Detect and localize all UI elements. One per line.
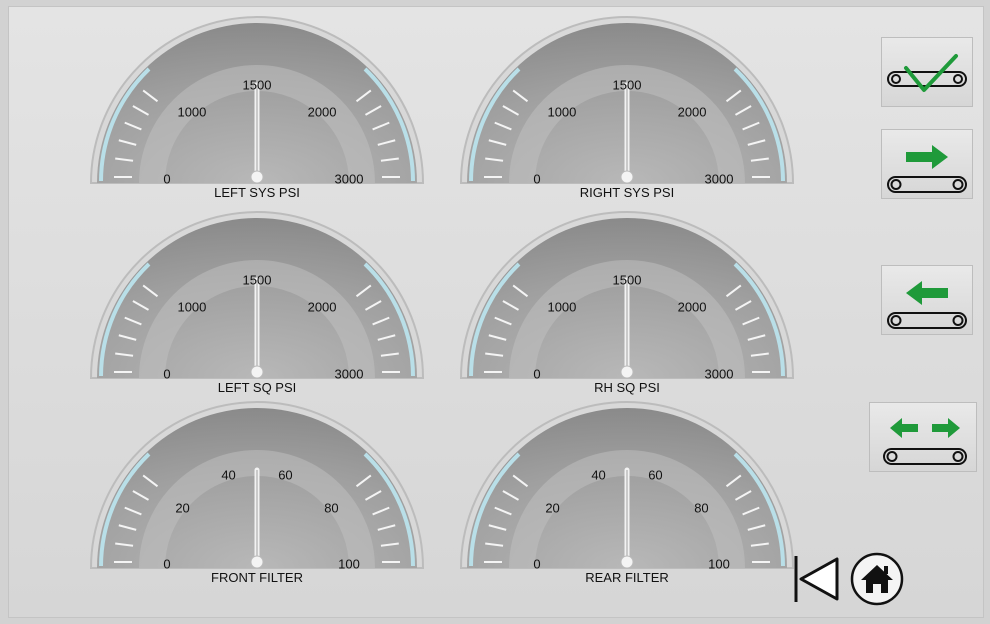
gauge-tick-label: 80 — [694, 500, 709, 516]
gauge-dial — [459, 401, 795, 569]
gauge-tick-label: 80 — [324, 500, 339, 516]
front-filter-gauge: 0 20 40 60 80 100 FRONT FILTER — [87, 401, 427, 587]
arrow-right-conveyor-icon — [887, 145, 967, 193]
gauge-dial — [89, 401, 425, 569]
gauge-title: FRONT FILTER — [211, 570, 303, 585]
gauge-tick-label: 2000 — [677, 104, 707, 120]
gauge-tick-label: 2000 — [677, 299, 707, 315]
gauge-tick-label: 1000 — [177, 299, 207, 315]
gauge-tick-label: 2000 — [307, 104, 337, 120]
gauge-pivot — [620, 365, 634, 379]
gauge-pivot — [250, 365, 264, 379]
gauge-pivot — [250, 170, 264, 184]
left-sq-psi-gauge: 0 1000 1500 2000 3000 LEFT SQ PSI — [87, 211, 427, 397]
reverse-conveyor-button[interactable] — [881, 265, 973, 335]
gauge-pivot — [620, 170, 634, 184]
gauge-title: RH SQ PSI — [594, 380, 660, 395]
gauge-tick-label: 2000 — [307, 299, 337, 315]
gauge-panel: 0 1000 1500 2000 3000 LEFT SYS PSI 0 1000 1500 2… — [8, 6, 984, 618]
gauge-tick-label: 1000 — [547, 104, 577, 120]
gauge-dial — [459, 16, 795, 184]
left-sys-psi-gauge: 0 1000 1500 2000 3000 LEFT SYS PSI — [87, 16, 427, 202]
gauge-tick-label: 1000 — [547, 299, 577, 315]
checkmark-conveyor-icon — [887, 54, 967, 92]
right-sys-psi-gauge: 0 1000 1500 2000 3000 RIGHT SYS PSI — [457, 16, 797, 202]
arrows-both-conveyor-icon — [883, 418, 967, 465]
home-icon — [850, 552, 904, 606]
gauge-tick-label: 1500 — [612, 272, 642, 288]
gauge-title: RIGHT SYS PSI — [579, 185, 675, 200]
arrow-left-conveyor-icon — [887, 281, 967, 329]
gauge-tick-label: 20 — [175, 500, 190, 516]
gauge-pivot — [620, 555, 634, 569]
gauge-tick-label: 60 — [648, 467, 663, 482]
gauge-tick-label: 20 — [545, 500, 560, 516]
gauge-dial — [89, 211, 425, 379]
back-triangle-icon — [794, 556, 839, 602]
forward-conveyor-button[interactable] — [881, 129, 973, 199]
gauge-tick-label: 1500 — [242, 272, 272, 288]
gauge-title: LEFT SQ PSI — [217, 380, 297, 395]
rh-sq-psi-gauge: 0 1000 1500 2000 3000 RH SQ PSI — [457, 211, 797, 397]
gauge-title: LEFT SYS PSI — [214, 185, 300, 200]
gauge-dial — [89, 16, 425, 184]
gauge-tick-label: 1500 — [242, 77, 272, 93]
gauge-pivot — [250, 555, 264, 569]
gauge-tick-label: 60 — [278, 467, 293, 482]
gauge-tick-label: 1000 — [177, 104, 207, 120]
back-button[interactable] — [791, 553, 841, 610]
gauge-title: REAR FILTER — [585, 570, 669, 585]
rear-filter-gauge: 0 20 40 60 80 100 REAR FILTER — [457, 401, 797, 587]
both-directions-conveyor-button[interactable] — [869, 402, 977, 472]
confirm-conveyor-button[interactable] — [881, 37, 973, 107]
gauge-tick-label: 1500 — [612, 77, 642, 93]
gauge-tick-label: 40 — [221, 467, 236, 482]
gauge-tick-label: 40 — [591, 467, 606, 482]
home-button[interactable] — [849, 551, 907, 614]
gauge-dial — [459, 211, 795, 379]
